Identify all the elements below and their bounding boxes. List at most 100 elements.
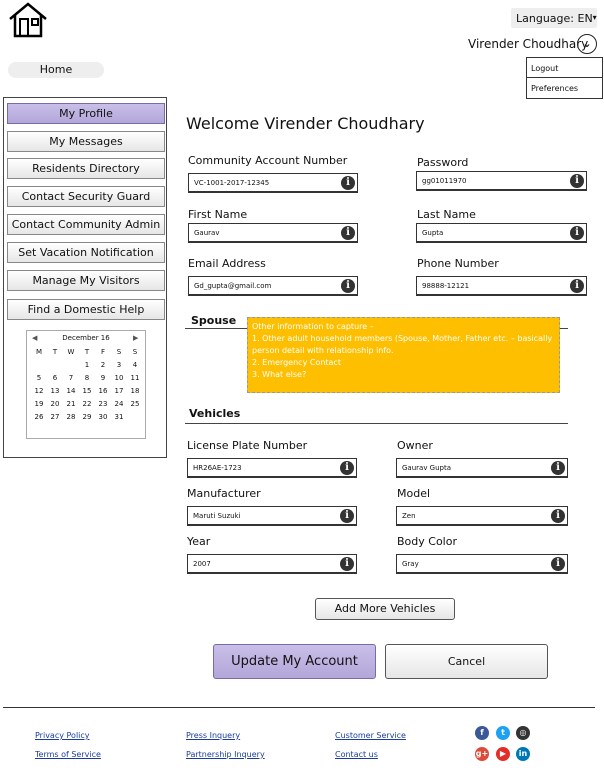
- language-select[interactable]: Language: EN▾: [511, 8, 597, 28]
- calendar-weekday: S: [132, 348, 138, 356]
- calendar-day[interactable]: 26: [31, 411, 47, 424]
- info-icon[interactable]: i: [341, 279, 355, 293]
- youtube-icon[interactable]: ▶: [496, 747, 510, 761]
- info-icon[interactable]: i: [340, 509, 354, 523]
- calendar-day[interactable]: 25: [127, 398, 143, 411]
- add-more-vehicles-button[interactable]: Add More Vehicles: [315, 598, 455, 620]
- calendar-day[interactable]: 3: [111, 359, 127, 372]
- calendar-day[interactable]: 8: [79, 372, 95, 385]
- language-label: Language: EN: [516, 12, 593, 25]
- calendar-day[interactable]: 17: [111, 385, 127, 398]
- logout-menu-item[interactable]: Logout: [527, 58, 602, 78]
- calendar-day[interactable]: 22: [79, 398, 95, 411]
- phone-label: Phone Number: [417, 257, 499, 270]
- partnership-inquery-link[interactable]: Partnership Inquery: [186, 750, 265, 759]
- calendar-day[interactable]: 19: [31, 398, 47, 411]
- field-value: gg01011970: [422, 177, 467, 185]
- linkedin-icon[interactable]: in: [516, 747, 530, 761]
- calendar: ◀ December 16 ▶ M T W T F S S 1 2 3 4 5 6 7 8 9 10 11 12 13…: [26, 330, 146, 439]
- google-plus-icon[interactable]: g+: [475, 747, 489, 761]
- calendar-day[interactable]: 2: [95, 359, 111, 372]
- calendar-next-icon[interactable]: ▶: [133, 334, 138, 342]
- annotation-note: Other information to capture – 1. Other …: [247, 317, 560, 393]
- calendar-day: [127, 411, 143, 424]
- calendar-day[interactable]: 5: [31, 372, 47, 385]
- field-value: Gaurav Gupta: [402, 464, 452, 472]
- sidebar-item-residents-directory[interactable]: Residents Directory: [7, 158, 165, 179]
- last-name-field[interactable]: Gupta i: [416, 223, 587, 243]
- license-plate-field[interactable]: HR26AE-1723 i: [187, 458, 357, 478]
- info-icon[interactable]: i: [551, 461, 565, 475]
- calendar-day[interactable]: 28: [63, 411, 79, 424]
- info-icon[interactable]: i: [570, 174, 584, 188]
- info-icon[interactable]: i: [570, 226, 584, 240]
- calendar-day[interactable]: 18: [127, 385, 143, 398]
- spouse-heading: Spouse: [191, 314, 237, 327]
- year-field[interactable]: 2007 i: [187, 554, 357, 574]
- calendar-day[interactable]: 16: [95, 385, 111, 398]
- info-icon[interactable]: i: [341, 226, 355, 240]
- model-label: Model: [397, 487, 431, 500]
- terms-of-service-link[interactable]: Terms of Service: [35, 750, 101, 759]
- info-icon[interactable]: i: [340, 557, 354, 571]
- facebook-icon[interactable]: f: [475, 726, 489, 740]
- first-name-field[interactable]: Gaurav i: [188, 223, 358, 243]
- info-icon[interactable]: i: [570, 279, 584, 293]
- calendar-weekday: M: [35, 348, 43, 356]
- home-button[interactable]: Home: [8, 62, 104, 78]
- sidebar-item-contact-security-guard[interactable]: Contact Security Guard: [7, 186, 165, 207]
- calendar-day[interactable]: 7: [63, 372, 79, 385]
- info-icon[interactable]: i: [341, 176, 355, 190]
- sidebar-item-my-profile[interactable]: My Profile: [7, 103, 165, 124]
- calendar-day[interactable]: 6: [47, 372, 63, 385]
- instagram-icon[interactable]: ◎: [516, 726, 530, 740]
- sidebar-item-set-vacation-notification[interactable]: Set Vacation Notification: [7, 242, 165, 263]
- calendar-day[interactable]: 15: [79, 385, 95, 398]
- sidebar: My Profile My Messages Residents Directo…: [3, 97, 167, 458]
- calendar-day[interactable]: 30: [95, 411, 111, 424]
- calendar-day: [63, 359, 79, 372]
- calendar-day: [31, 359, 47, 372]
- calendar-day[interactable]: 23: [95, 398, 111, 411]
- info-icon[interactable]: i: [340, 461, 354, 475]
- calendar-day[interactable]: 4: [127, 359, 143, 372]
- calendar-day[interactable]: 9: [95, 372, 111, 385]
- update-account-button[interactable]: Update My Account: [213, 644, 376, 679]
- calendar-day[interactable]: 29: [79, 411, 95, 424]
- calendar-day[interactable]: 31: [111, 411, 127, 424]
- info-icon[interactable]: i: [551, 509, 565, 523]
- chevron-down-icon[interactable]: ⌄: [577, 34, 597, 54]
- sidebar-item-manage-my-visitors[interactable]: Manage My Visitors: [7, 270, 165, 291]
- phone-field[interactable]: 98888-12121 i: [416, 276, 587, 296]
- calendar-day[interactable]: 27: [47, 411, 63, 424]
- sidebar-item-my-messages[interactable]: My Messages: [7, 131, 165, 152]
- password-field[interactable]: gg01011970 i: [416, 171, 587, 191]
- body-color-field[interactable]: Gray i: [396, 554, 568, 574]
- home-logo-icon[interactable]: [8, 2, 48, 38]
- sidebar-item-find-domestic-help[interactable]: Find a Domestic Help: [7, 299, 165, 320]
- calendar-day[interactable]: 1: [79, 359, 95, 372]
- model-field[interactable]: Zen i: [396, 506, 568, 526]
- calendar-day[interactable]: 21: [63, 398, 79, 411]
- manufacturer-field[interactable]: Maruti Suzuki i: [187, 506, 357, 526]
- calendar-grid: M T W T F S S 1 2 3 4 5 6 7 8 9 10 11 12 13 14 15 16 17 18 19 20 21…: [31, 346, 143, 424]
- owner-field[interactable]: Gaurav Gupta i: [396, 458, 568, 478]
- calendar-day[interactable]: 12: [31, 385, 47, 398]
- email-field[interactable]: Gd_gupta@gmail.com i: [188, 276, 358, 296]
- info-icon[interactable]: i: [551, 557, 565, 571]
- privacy-policy-link[interactable]: Privacy Policy: [35, 731, 90, 740]
- calendar-day[interactable]: 14: [63, 385, 79, 398]
- sidebar-item-contact-community-admin[interactable]: Contact Community Admin: [7, 214, 165, 235]
- community-account-field[interactable]: VC-1001-2017-12345 i: [188, 173, 358, 193]
- calendar-day[interactable]: 10: [111, 372, 127, 385]
- calendar-day[interactable]: 24: [111, 398, 127, 411]
- customer-service-link[interactable]: Customer Service: [335, 731, 406, 740]
- calendar-day[interactable]: 20: [47, 398, 63, 411]
- press-inquery-link[interactable]: Press Inquery: [186, 731, 240, 740]
- calendar-day[interactable]: 11: [127, 372, 143, 385]
- calendar-day[interactable]: 13: [47, 385, 63, 398]
- preferences-menu-item[interactable]: Preferences: [527, 78, 602, 98]
- contact-us-link[interactable]: Contact us: [335, 750, 378, 759]
- cancel-button[interactable]: Cancel: [385, 644, 548, 679]
- twitter-icon[interactable]: t: [496, 726, 510, 740]
